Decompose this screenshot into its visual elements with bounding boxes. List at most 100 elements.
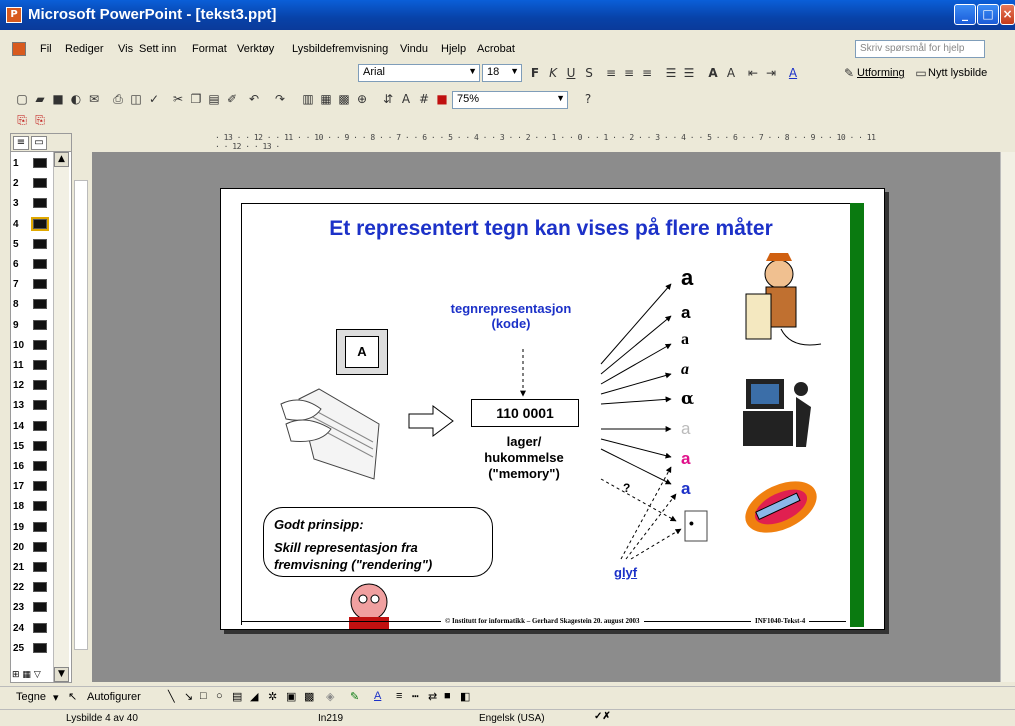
line-icon[interactable]: ╲: [168, 690, 175, 703]
slide-thumbnail-icon[interactable]: [33, 319, 47, 330]
new-slide-button[interactable]: Nytt lysbilde: [928, 67, 987, 79]
arrow-style-icon[interactable]: ⇄: [428, 690, 437, 703]
permission-icon[interactable]: ◐: [68, 91, 84, 107]
vertical-ruler[interactable]: [74, 180, 88, 650]
slide-thumbnail-icon[interactable]: [33, 380, 47, 391]
print-preview-icon[interactable]: ◫: [128, 91, 144, 107]
slide-thumbnail-icon[interactable]: [33, 440, 47, 451]
document-icon[interactable]: [12, 42, 26, 56]
menu-file[interactable]: Fil: [40, 43, 52, 55]
shadow-style-icon[interactable]: ■: [444, 690, 451, 702]
cut-icon[interactable]: ✂: [170, 91, 186, 107]
print-icon[interactable]: ⎙: [110, 91, 126, 107]
new-icon[interactable]: ▢: [14, 91, 30, 107]
redo-icon[interactable]: ↷: [272, 91, 288, 107]
undo-icon[interactable]: ↶: [246, 91, 262, 107]
hyperlink-icon[interactable]: ⊕: [354, 91, 370, 107]
slides-scrollbar[interactable]: ▲ ▼: [53, 152, 69, 682]
slide-thumbnail-icon[interactable]: [33, 420, 47, 431]
chart-icon[interactable]: ▥: [300, 91, 316, 107]
picture-icon[interactable]: ▩: [304, 690, 314, 703]
autoshapes-menu-button[interactable]: Autofigurer: [87, 691, 141, 703]
slide-thumbnail-icon[interactable]: [33, 198, 47, 209]
font-size-combo[interactable]: 18 ▼: [482, 64, 522, 82]
slide-thumbnail-icon[interactable]: [33, 238, 47, 249]
spelling-status-icon[interactable]: ✓✗: [594, 711, 611, 722]
menu-format[interactable]: Format: [192, 43, 227, 55]
fill-color-icon[interactable]: ◈: [326, 690, 334, 703]
minimize-button[interactable]: _: [954, 4, 976, 25]
font-color-icon[interactable]: A: [785, 65, 801, 81]
slide-thumbnail-icon[interactable]: [33, 461, 47, 471]
email-icon[interactable]: ✉: [86, 91, 102, 107]
grid-icon[interactable]: #: [416, 91, 432, 107]
slide-thumbnail-icon[interactable]: [31, 216, 49, 231]
increase-indent-icon[interactable]: ⇥: [763, 65, 779, 81]
bold-icon[interactable]: F: [527, 65, 543, 81]
slide-thumbnail-icon[interactable]: [33, 521, 47, 532]
normal-view-icon[interactable]: ⊞: [12, 670, 20, 680]
decrease-font-icon[interactable]: A: [723, 65, 739, 81]
format-painter-icon[interactable]: ✐: [224, 91, 240, 107]
powerpoint-app-icon[interactable]: P: [6, 7, 22, 23]
help-icon[interactable]: ?: [580, 91, 596, 107]
menu-edit[interactable]: Rediger: [65, 43, 104, 55]
align-left-icon[interactable]: ≡: [603, 65, 619, 81]
menu-tools[interactable]: Verktøy: [237, 43, 274, 55]
slide-thumbnail-icon[interactable]: [33, 339, 47, 350]
tab-outline[interactable]: ≡: [13, 136, 29, 150]
menu-insert[interactable]: Sett inn: [139, 43, 176, 55]
menu-acrobat[interactable]: Acrobat: [477, 43, 515, 55]
oval-icon[interactable]: ○: [216, 690, 223, 702]
spelling-icon[interactable]: ✓: [146, 91, 162, 107]
align-center-icon[interactable]: ≡: [621, 65, 637, 81]
menu-window[interactable]: Vindu: [400, 43, 428, 55]
underline-icon[interactable]: U: [563, 65, 579, 81]
slide-thumbnail-icon[interactable]: [33, 501, 47, 512]
maximize-button[interactable]: □: [977, 4, 999, 25]
slideshow-icon[interactable]: ▽: [34, 670, 41, 680]
line-color-icon[interactable]: ✎: [350, 690, 359, 703]
menu-slideshow[interactable]: Lysbildefremvisning: [292, 43, 388, 55]
align-right-icon[interactable]: ≡: [639, 65, 655, 81]
slide-thumbnail-icon[interactable]: [33, 622, 47, 633]
draw-menu-button[interactable]: Tegne: [16, 691, 46, 703]
font-combo[interactable]: Arial ▼: [358, 64, 480, 82]
slide-thumbnail-icon[interactable]: [33, 299, 47, 310]
slide-thumbnail-icon[interactable]: [33, 562, 47, 572]
slide-thumbnail-icon[interactable]: [33, 259, 47, 269]
slide-canvas[interactable]: Et representert tegn kan vises på flere …: [220, 188, 885, 630]
slide-thumbnail-icon[interactable]: [33, 602, 47, 613]
italic-icon[interactable]: K: [545, 65, 561, 81]
slide-thumbnail-icon[interactable]: [33, 642, 47, 653]
slide-thumbnail-icon[interactable]: [33, 582, 47, 593]
expand-all-icon[interactable]: ⇵: [380, 91, 396, 107]
increase-font-icon[interactable]: A: [705, 65, 721, 81]
slide-thumbnail-icon[interactable]: [33, 400, 47, 411]
decrease-indent-icon[interactable]: ⇤: [745, 65, 761, 81]
slide-thumbnail-icon[interactable]: [33, 360, 47, 370]
numbering-icon[interactable]: ☰: [663, 65, 679, 81]
paste-icon[interactable]: ▤: [206, 91, 222, 107]
tab-slides[interactable]: ▭: [31, 136, 47, 150]
dash-style-icon[interactable]: ┅: [412, 690, 419, 703]
pdf-convert-icon[interactable]: ⎘: [14, 112, 30, 128]
rectangle-icon[interactable]: □: [200, 690, 207, 702]
slide-thumbnail-icon[interactable]: [33, 481, 47, 492]
font-color-drawing-icon[interactable]: A: [374, 690, 381, 702]
copy-icon[interactable]: ❐: [188, 91, 204, 107]
help-search-input[interactable]: Skriv spørsmål for hjelp: [855, 40, 985, 58]
scroll-up-icon[interactable]: ▲: [54, 152, 69, 167]
select-pointer-icon[interactable]: ↖: [68, 690, 77, 703]
close-button[interactable]: ×: [1000, 4, 1015, 25]
show-formatting-icon[interactable]: A: [398, 91, 414, 107]
new-slide-icon[interactable]: ▭: [913, 65, 929, 81]
wordart-icon[interactable]: ◢: [250, 690, 258, 703]
diagram-icon[interactable]: ✲: [268, 690, 277, 703]
slide-sorter-icon[interactable]: ▦: [22, 670, 31, 680]
clipart-icon[interactable]: ▣: [286, 690, 296, 703]
vertical-scrollbar[interactable]: [1000, 152, 1015, 682]
save-icon[interactable]: ■: [50, 91, 66, 107]
open-icon[interactable]: ▰: [32, 91, 48, 107]
design-icon[interactable]: ✎: [841, 65, 857, 81]
